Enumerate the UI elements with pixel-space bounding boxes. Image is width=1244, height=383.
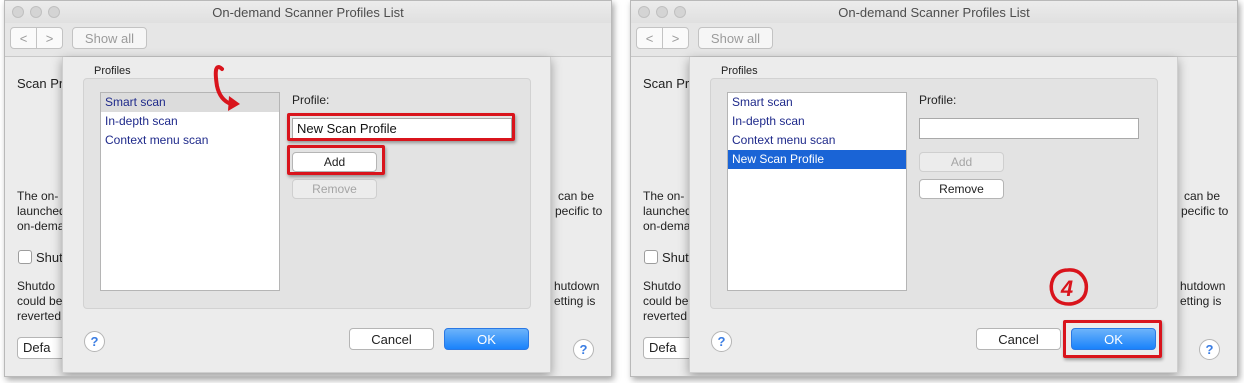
toolbar: < > Show all bbox=[5, 23, 611, 57]
help-icon[interactable]: ? bbox=[711, 331, 732, 352]
remove-button[interactable]: Remove bbox=[919, 179, 1004, 199]
list-item[interactable]: Smart scan bbox=[728, 93, 906, 112]
profile-list[interactable]: Smart scan In-depth scan Context menu sc… bbox=[100, 92, 280, 291]
description-right-2: pecific to bbox=[555, 204, 603, 218]
step-number-badge: 4 bbox=[1049, 268, 1089, 306]
step-number-label: 4 bbox=[1060, 276, 1073, 301]
shutdown-checkbox-label: Shut bbox=[662, 250, 689, 265]
description-left-3: on-dema bbox=[643, 219, 691, 233]
profile-name-label: Profile: bbox=[919, 93, 957, 107]
shutdown-checkbox-label: Shut bbox=[36, 250, 63, 265]
window-title: On-demand Scanner Profiles List bbox=[212, 5, 404, 20]
list-item[interactable]: Context menu scan bbox=[728, 131, 906, 150]
defaults-button[interactable]: Defa bbox=[643, 337, 693, 359]
add-button[interactable]: Add bbox=[919, 152, 1004, 172]
profile-field-highlight bbox=[287, 113, 515, 141]
profiles-sheet: Profiles Smart scan In-depth scan Contex… bbox=[62, 57, 551, 373]
show-all-button[interactable]: Show all bbox=[698, 27, 773, 49]
shutdown-text-right-2: etting is bbox=[1180, 294, 1222, 308]
forward-button[interactable]: > bbox=[662, 28, 688, 48]
help-icon[interactable]: ? bbox=[573, 339, 594, 360]
description-left-1: The on- bbox=[17, 189, 59, 203]
shutdown-text-left-1: Shutdo bbox=[643, 279, 682, 293]
list-item-selected[interactable]: New Scan Profile bbox=[728, 150, 906, 169]
curved-arrow-icon bbox=[213, 65, 240, 111]
cancel-button[interactable]: Cancel bbox=[349, 328, 434, 350]
add-button-highlight bbox=[287, 145, 385, 175]
shutdown-text-left-1: Shutdo bbox=[17, 279, 56, 293]
ok-button[interactable]: OK bbox=[444, 328, 529, 350]
toolbar: < > Show all bbox=[631, 23, 1237, 57]
back-button[interactable]: < bbox=[11, 28, 36, 48]
scan-profiles-label: Scan Pr bbox=[643, 76, 690, 91]
shutdown-text-right-2: etting is bbox=[554, 294, 596, 308]
description-left-2: launched bbox=[643, 204, 692, 218]
show-all-button[interactable]: Show all bbox=[72, 27, 147, 49]
scan-profiles-label: Scan Pr bbox=[17, 76, 64, 91]
nav-segment: < > bbox=[10, 27, 63, 49]
description-left-2: launched bbox=[17, 204, 66, 218]
ok-button-highlight bbox=[1063, 320, 1162, 358]
shutdown-text-left-2: could be bbox=[17, 294, 63, 308]
settings-window-left: On-demand Scanner Profiles List < > Show… bbox=[4, 0, 612, 377]
list-item[interactable]: In-depth scan bbox=[101, 112, 279, 131]
title-bar: On-demand Scanner Profiles List bbox=[5, 1, 611, 23]
profile-name-input[interactable] bbox=[919, 118, 1139, 139]
shutdown-checkbox[interactable] bbox=[18, 250, 32, 264]
shutdown-text-right-1: hutdown bbox=[554, 279, 600, 293]
description-left-1: The on- bbox=[643, 189, 685, 203]
list-item[interactable]: Context menu scan bbox=[101, 131, 279, 150]
description-right-2: pecific to bbox=[1181, 204, 1229, 218]
window-title: On-demand Scanner Profiles List bbox=[838, 5, 1030, 20]
description-right-1: can be bbox=[1184, 189, 1221, 203]
shutdown-text-left-3: reverted bbox=[643, 309, 688, 323]
remove-button[interactable]: Remove bbox=[292, 179, 377, 199]
cancel-button[interactable]: Cancel bbox=[976, 328, 1061, 350]
shutdown-checkbox[interactable] bbox=[644, 250, 658, 264]
profiles-group: Smart scan In-depth scan Context menu sc… bbox=[710, 78, 1158, 309]
profiles-group-title: Profiles bbox=[94, 65, 131, 77]
profiles-group-title: Profiles bbox=[721, 65, 758, 77]
list-item[interactable]: Smart scan bbox=[101, 93, 279, 112]
forward-button[interactable]: > bbox=[36, 28, 62, 48]
profile-name-label: Profile: bbox=[292, 93, 330, 107]
profile-list[interactable]: Smart scan In-depth scan Context menu sc… bbox=[727, 92, 907, 291]
shutdown-text-right-1: hutdown bbox=[1180, 279, 1226, 293]
back-button[interactable]: < bbox=[637, 28, 662, 48]
shutdown-text-left-3: reverted bbox=[17, 309, 62, 323]
description-right-1: can be bbox=[558, 189, 595, 203]
defaults-button[interactable]: Defa bbox=[17, 337, 67, 359]
list-item[interactable]: In-depth scan bbox=[728, 112, 906, 131]
title-bar: On-demand Scanner Profiles List bbox=[631, 1, 1237, 23]
description-left-3: on-dema bbox=[17, 219, 65, 233]
help-icon[interactable]: ? bbox=[1199, 339, 1220, 360]
nav-segment: < > bbox=[636, 27, 689, 49]
shutdown-text-left-2: could be bbox=[643, 294, 689, 308]
help-icon[interactable]: ? bbox=[84, 331, 105, 352]
